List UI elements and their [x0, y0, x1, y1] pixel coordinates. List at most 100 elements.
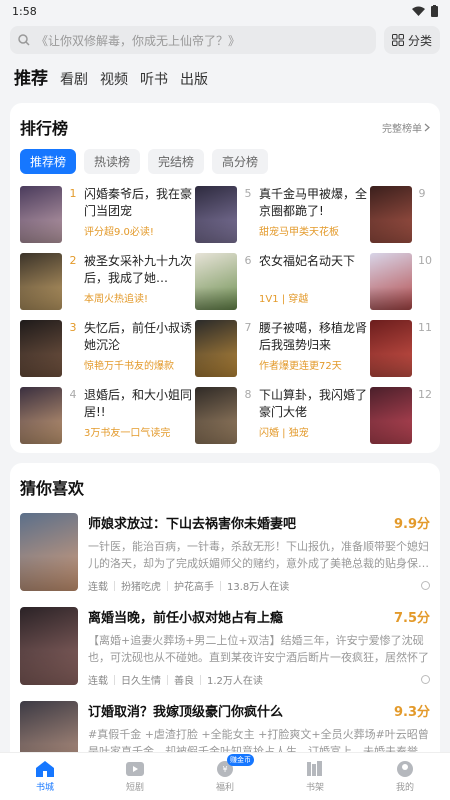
book-score: 9.9分: [393, 517, 430, 532]
ranking-item[interactable]: 10: [370, 253, 440, 310]
nav-label: 我的: [395, 783, 414, 793]
book-tag: 作者爆更连更72天: [259, 361, 342, 372]
book-title[interactable]: 退婚后，和大小姐同居!!: [84, 387, 195, 421]
book-meta: 连载 日久生情 善良 1.2万人在读: [88, 672, 430, 687]
ranking-item[interactable]: 2 被圣女采补九十九次后，我成了她… 本周火热追读!: [20, 253, 195, 310]
ranking-grid: 1 闪婚秦爷后，我在豪门当团宠 评分超9.0必读! 5 真千金马甲被爆，全京圈都跪了! 甜…: [20, 186, 432, 444]
book-title[interactable]: 闪婚秦爷后，我在豪门当团宠: [84, 186, 195, 220]
rank-number: 9: [418, 187, 426, 200]
book-cover[interactable]: [195, 253, 237, 310]
ranking-title: 排行榜: [20, 119, 69, 138]
rank-text: 被圣女采补九十九次后，我成了她… 本周火热追读!: [84, 253, 195, 310]
search-input[interactable]: 《让你双修解毒，你成无上仙帝了？》: [10, 26, 376, 54]
ranking-item[interactable]: 3 失忆后，前任小叔诱她沉沦 惊艳万千书友的爆款: [20, 320, 195, 377]
meta-tag: 连载: [88, 676, 108, 687]
book-cover[interactable]: [370, 320, 412, 377]
grid-icon: [391, 34, 404, 46]
tab-audiobook[interactable]: 听书: [140, 69, 168, 89]
nav-item-2[interactable]: ¥ 赚金币 福利: [195, 754, 255, 793]
book-body: 师娘求放过：下山去祸害你未婚妻吧 9.9分 一针医，能治百病，一针毒，杀敌无形！下山…: [88, 513, 430, 593]
book-title[interactable]: 离婚当晚，前任小叔对她占有上瘾: [88, 607, 283, 626]
full-ranking-link[interactable]: 完整榜单: [382, 120, 430, 135]
book-cover[interactable]: [20, 253, 62, 310]
earn-coins-badge: 赚金币: [227, 754, 254, 766]
book-title[interactable]: 下山算卦，我闪婚了豪门大佬: [259, 387, 370, 421]
home-icon: [35, 760, 55, 778]
rank-info: 2 被圣女采补九十九次后，我成了她… 本周火热追读!: [68, 253, 195, 310]
ranking-item[interactable]: 11: [370, 320, 440, 377]
book-cover[interactable]: [370, 186, 412, 243]
ranking-item[interactable]: 7 腰子被噶，移植龙肾后我强势归来作者爆更连更72天: [195, 320, 370, 377]
book-cover[interactable]: [195, 387, 237, 444]
book-head: 师娘求放过：下山去祸害你未婚妻吧 9.9分: [88, 513, 430, 532]
tab-publishing[interactable]: 出版: [180, 69, 208, 89]
book-list-item[interactable]: 师娘求放过：下山去祸害你未婚妻吧 9.9分 一针医，能治百病，一针毒，杀敌无形！下山…: [20, 513, 430, 593]
book-title[interactable]: 订婚取消？我嫁顶级豪门你疯什么: [88, 701, 283, 720]
tab-watch-drama[interactable]: 看剧: [60, 69, 88, 89]
rank-text: 农女福妃名动天下 1V1 | 穿越: [259, 253, 370, 310]
book-cover[interactable]: [20, 607, 78, 685]
book-title[interactable]: 真千金马甲被爆，全京圈都跪了!: [259, 186, 370, 220]
book-title[interactable]: 师娘求放过：下山去祸害你未婚妻吧: [88, 513, 296, 532]
book-cover[interactable]: [370, 253, 412, 310]
rank-info: 5 真千金马甲被爆，全京圈都跪了! 甜宠马甲类天花板: [243, 186, 370, 243]
nav-item-3[interactable]: 书架: [285, 760, 345, 793]
book-score: 9.3分: [393, 705, 430, 720]
search-placeholder: 《让你双修解毒，你成无上仙帝了？》: [36, 33, 241, 48]
rank-number: 6: [244, 254, 252, 267]
chip-completed-list[interactable]: 完结榜: [148, 149, 205, 174]
book-title[interactable]: 腰子被噶，移植龙肾后我强势归来: [259, 320, 370, 354]
ranking-item[interactable]: 9: [370, 186, 440, 243]
book-cover[interactable]: [20, 387, 62, 444]
book-cover[interactable]: [20, 513, 78, 591]
rank-number: 12: [418, 388, 432, 401]
guess-you-like-card: 猜你喜欢 师娘求放过：下山去祸害你未婚妻吧 9.9分 一针医，能治百病，一针毒，杀敌…: [10, 463, 440, 800]
ranking-item[interactable]: 4 退婚后，和大小姐同居!! 3万书友一口气读完: [20, 387, 195, 444]
ranking-item[interactable]: 8 下山算卦，我闪婚了豪门大佬 闪婚 | 独宠: [195, 387, 370, 444]
meta-separator: [114, 580, 115, 591]
book-cover[interactable]: [20, 186, 62, 243]
tab-video[interactable]: 视频: [100, 69, 128, 89]
status-time: 1:58: [12, 4, 37, 18]
book-title[interactable]: 失忆后，前任小叔诱她沉沦: [84, 320, 195, 354]
ranking-item[interactable]: 5 真千金马甲被爆，全京圈都跪了! 甜宠马甲类天花板: [195, 186, 370, 243]
book-cover[interactable]: [20, 320, 62, 377]
nav-item-1[interactable]: 短剧: [105, 760, 165, 793]
tab-recommend[interactable]: 推荐: [14, 64, 48, 89]
more-options-icon[interactable]: [421, 581, 430, 590]
rank-text: 闪婚秦爷后，我在豪门当团宠 评分超9.0必读!: [84, 186, 195, 243]
rank-text: 退婚后，和大小姐同居!! 3万书友一口气读完: [84, 387, 195, 444]
more-options-icon[interactable]: [421, 675, 430, 684]
book-title[interactable]: 被圣女采补九十九次后，我成了她…: [84, 253, 195, 287]
nav-item-0[interactable]: 书城: [15, 760, 75, 793]
ranking-item[interactable]: 6 农女福妃名动天下 1V1 | 穿越: [195, 253, 370, 310]
book-cover[interactable]: [195, 186, 237, 243]
chip-high-score-list[interactable]: 高分榜: [212, 149, 269, 174]
chevron-right-icon: [424, 123, 430, 131]
ranking-card: 排行榜 完整榜单 推荐榜 热读榜 完结榜 高分榜 1 闪婚秦爷后，我在豪门当团宠评…: [10, 103, 440, 453]
rank-number: 11: [418, 321, 432, 334]
meta-separator: [167, 580, 168, 591]
ranking-item[interactable]: 1 闪婚秦爷后，我在豪门当团宠 评分超9.0必读!: [20, 186, 195, 243]
book-cover[interactable]: [195, 320, 237, 377]
book-tag: 闪婚 | 独宠: [259, 428, 309, 439]
profile-icon: [395, 760, 415, 778]
status-icons: [412, 5, 438, 17]
book-cover[interactable]: [370, 387, 412, 444]
guess-title: 猜你喜欢: [20, 479, 85, 498]
book-title[interactable]: 农女福妃名动天下: [259, 253, 370, 287]
rank-number: 3: [69, 321, 77, 334]
nav-item-4[interactable]: 我的: [375, 760, 435, 793]
meta-separator: [167, 674, 168, 685]
meta-tag: 13.8万人在读: [227, 582, 290, 593]
chip-recommend-list[interactable]: 推荐榜: [20, 149, 77, 174]
book-list-item[interactable]: 离婚当晚，前任小叔对她占有上瘾 7.5分 【离婚+追妻火葬场+男二上位+双洁】结婚三…: [20, 607, 430, 687]
chip-hot-read-list[interactable]: 热读榜: [84, 149, 141, 174]
category-button[interactable]: 分类: [384, 26, 440, 54]
ranking-item[interactable]: 12: [370, 387, 440, 444]
top-tabs: 推荐 看剧 视频 听书 出版: [0, 54, 450, 97]
rank-text: 失忆后，前任小叔诱她沉沦 惊艳万千书友的爆款: [84, 320, 195, 377]
meta-separator: [220, 580, 221, 591]
rank-number: 7: [244, 321, 252, 334]
full-ranking-label: 完整榜单: [382, 123, 422, 135]
